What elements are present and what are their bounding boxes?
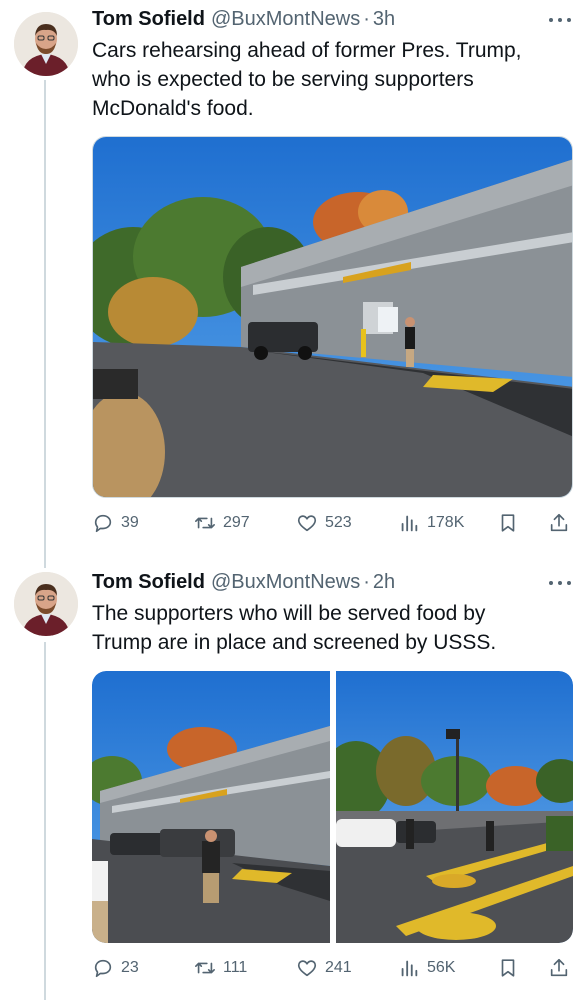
share-button[interactable]	[548, 510, 577, 536]
tweet-header: Tom Sofield @BuxMontNews · 3h	[92, 6, 567, 32]
like-count: 523	[325, 514, 352, 531]
avatar-image	[14, 572, 78, 636]
author-handle[interactable]: @BuxMontNews	[211, 571, 360, 594]
bookmark-button[interactable]	[497, 955, 526, 981]
tweet-text-line: The supporters who will be served food b…	[92, 602, 486, 625]
avatar[interactable]	[14, 12, 78, 76]
heart-icon	[297, 515, 317, 532]
heart-icon	[297, 960, 317, 977]
like-button[interactable]: 523	[296, 510, 352, 536]
bookmark-icon	[501, 514, 515, 532]
views-button[interactable]: 56K	[398, 955, 455, 981]
author-handle[interactable]: @BuxMontNews	[211, 8, 360, 31]
bookmark-icon	[501, 959, 515, 977]
views-bar-chart-icon	[401, 960, 418, 977]
avatar-image	[14, 12, 78, 76]
retweet-icon	[195, 962, 215, 974]
tweet-text-line: who is expected to be serving supporters	[92, 68, 474, 91]
retweet-icon	[195, 517, 215, 529]
views-button[interactable]: 178K	[398, 510, 464, 536]
reply-icon	[94, 959, 112, 978]
tweet-header: Tom Sofield @BuxMontNews · 2h	[92, 569, 567, 595]
more-dots-icon[interactable]	[549, 578, 571, 588]
tweet[interactable]: Tom Sofield @BuxMontNews · 3h Cars rehea…	[0, 0, 587, 560]
share-icon	[550, 513, 568, 532]
reply-count: 23	[121, 959, 139, 976]
tweet-photo[interactable]	[336, 671, 573, 943]
like-button[interactable]: 241	[296, 955, 352, 981]
reply-icon	[94, 514, 112, 533]
tweet-text: The supporters who will be served food b…	[92, 599, 569, 657]
author-name[interactable]: Tom Sofield	[92, 8, 205, 31]
author-name[interactable]: Tom Sofield	[92, 571, 205, 594]
reply-button[interactable]: 39	[92, 510, 139, 536]
separator: ·	[363, 7, 370, 30]
retweet-button[interactable]: 111	[194, 955, 247, 981]
retweet-button[interactable]: 297	[194, 510, 250, 536]
photo-building-officer	[92, 671, 330, 943]
reply-count: 39	[121, 514, 139, 531]
views-count: 56K	[427, 959, 456, 976]
more-dots-icon[interactable]	[549, 15, 571, 25]
reply-button[interactable]: 23	[92, 955, 139, 981]
share-icon	[550, 958, 568, 977]
tweet-text-line: McDonald's food.	[92, 97, 254, 120]
retweet-count: 297	[223, 514, 250, 531]
bookmark-button[interactable]	[497, 510, 526, 536]
like-count: 241	[325, 959, 352, 976]
tweet-photo[interactable]	[92, 671, 330, 943]
tweet-text-line: Cars rehearsing ahead of former Pres. Tr…	[92, 39, 522, 62]
tweet-text: Cars rehearsing ahead of former Pres. Tr…	[92, 36, 569, 123]
retweet-count: 111	[223, 959, 248, 976]
share-button[interactable]	[548, 955, 577, 981]
photo-parking-lot-crowd	[336, 671, 573, 943]
tweet[interactable]: Tom Sofield @BuxMontNews · 2h The suppor…	[0, 568, 587, 1000]
timestamp[interactable]: 2h	[373, 571, 395, 594]
timestamp[interactable]: 3h	[373, 8, 395, 31]
tweet-photo-grid	[92, 671, 573, 943]
tweet-actions: 39 297 523 178K	[92, 510, 574, 536]
views-bar-chart-icon	[401, 515, 418, 532]
tweet-actions: 23 111 241 56K	[92, 955, 574, 981]
tweet-text-line: Trump are in place and screened by USSS.	[92, 631, 497, 654]
separator: ·	[363, 570, 370, 593]
views-count: 178K	[427, 514, 465, 531]
tweet-photo[interactable]	[92, 136, 573, 498]
avatar[interactable]	[14, 572, 78, 636]
photo-mcdonalds-drive-thru	[93, 137, 572, 497]
